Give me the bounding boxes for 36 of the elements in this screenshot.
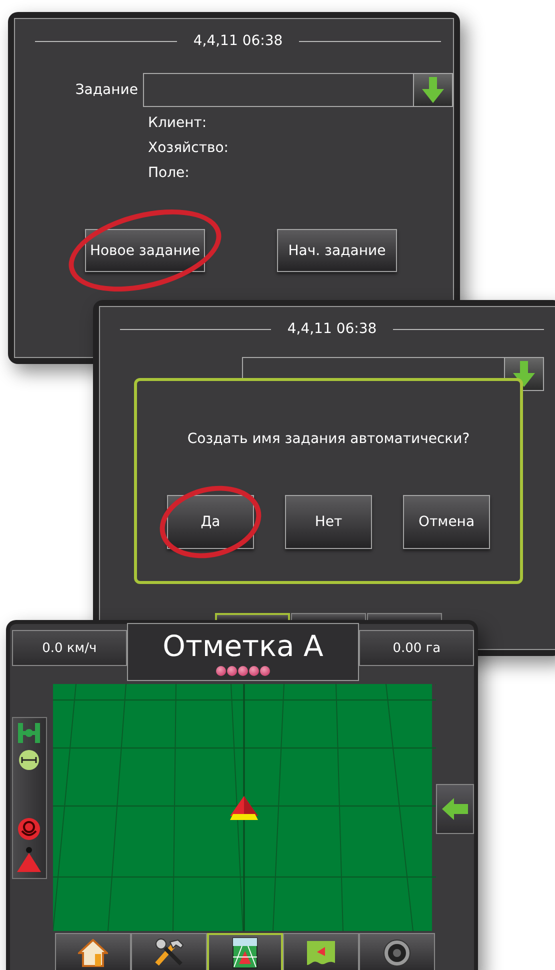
- width-icon: [18, 749, 40, 771]
- job-dropdown[interactable]: [143, 73, 453, 107]
- action-button[interactable]: Новое задание: [85, 229, 205, 272]
- dialog-button[interactable]: Да: [167, 495, 254, 549]
- info-label: Клиент:: [148, 115, 208, 131]
- camera-icon: [382, 938, 412, 968]
- nav-tab[interactable]: [55, 933, 131, 970]
- speed-readout: 0.0 км/ч: [12, 630, 127, 666]
- side-button[interactable]: [436, 784, 474, 834]
- emblem-icon: [17, 817, 42, 841]
- tools-icon: [153, 938, 185, 968]
- date-time: 4,4,11 06:38: [193, 33, 283, 49]
- nav-tab[interactable]: [283, 933, 359, 970]
- down-arrow-icon: [513, 361, 535, 387]
- screen-title: Отметка A: [162, 628, 324, 664]
- gps-status-icon: [216, 666, 270, 676]
- nav-tab[interactable]: [207, 933, 283, 970]
- cone-icon: [16, 847, 42, 873]
- vehicle-icon: [230, 796, 258, 820]
- area-readout: 0.00 га: [359, 630, 474, 666]
- job-label: Задание: [74, 82, 139, 98]
- info-label: Хозяйство:: [148, 140, 230, 156]
- date-time: 4,4,11 06:38: [287, 321, 377, 337]
- nav-tab[interactable]: [359, 933, 435, 970]
- section-icon: [18, 723, 40, 743]
- left-arrow-icon: [442, 798, 468, 820]
- down-arrow-icon: [422, 77, 444, 103]
- home-icon: [78, 939, 108, 967]
- guidance-view-icon: [232, 937, 258, 969]
- dialog-message: Создать имя задания автоматически?: [187, 431, 470, 447]
- nav-tab[interactable]: [131, 933, 207, 970]
- action-button[interactable]: Нач. задание: [277, 229, 397, 272]
- map-icon: [305, 939, 337, 967]
- dialog-button[interactable]: Нет: [285, 495, 372, 549]
- info-label: Поле:: [148, 165, 190, 181]
- dialog-button[interactable]: Отмена: [403, 495, 490, 549]
